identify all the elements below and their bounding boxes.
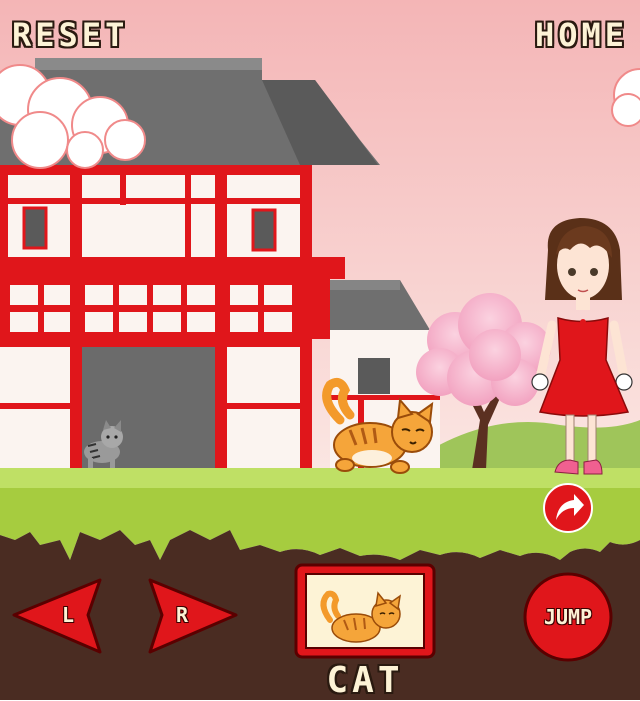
grass-highlight (0, 468, 640, 488)
game-scene (0, 0, 640, 700)
reset-button[interactable]: RESET (12, 16, 128, 54)
action-arrow-button[interactable] (543, 483, 593, 533)
character-selector-frame[interactable] (294, 563, 436, 659)
jump-label: JUMP (543, 605, 593, 629)
move-left-label: L (61, 603, 75, 627)
move-right-label: R (175, 603, 189, 627)
selected-character-label: CAT (326, 660, 404, 701)
home-button[interactable]: HOME (535, 16, 628, 54)
